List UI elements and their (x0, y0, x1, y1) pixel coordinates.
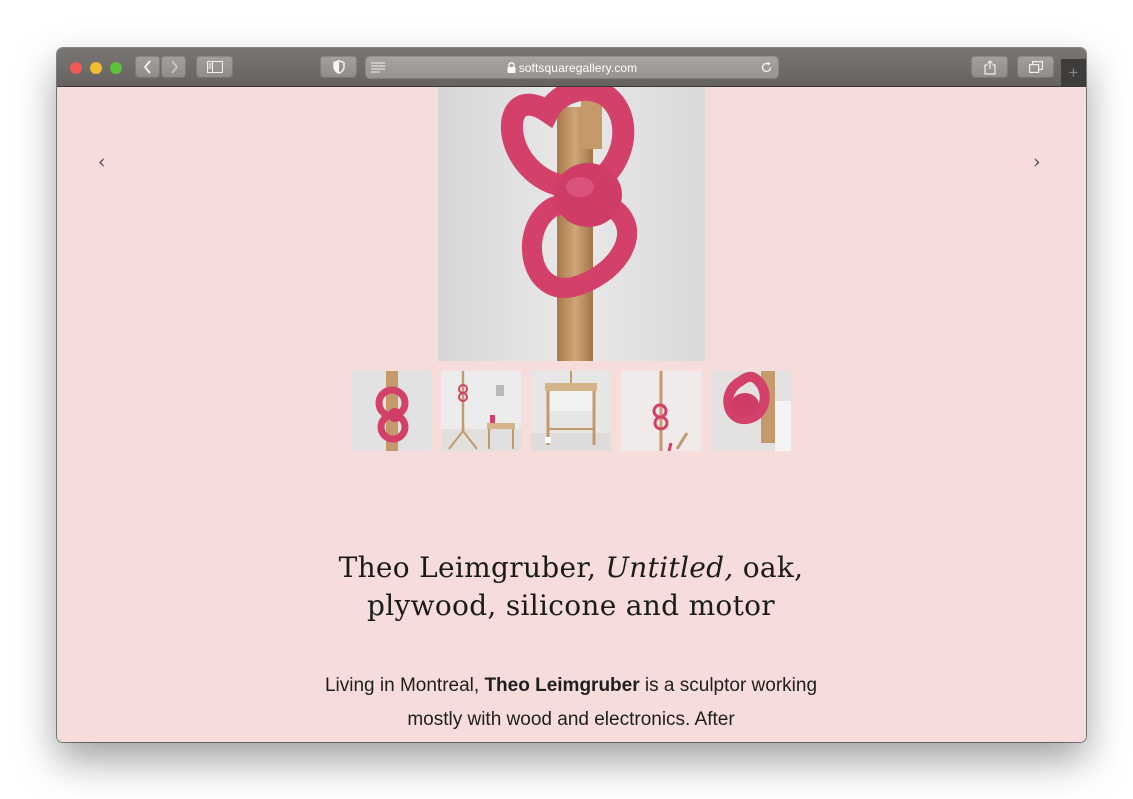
thumbnail-image (711, 371, 791, 451)
artist-name: Theo Leimgruber (338, 551, 587, 584)
share-button[interactable] (971, 56, 1008, 78)
chevron-left-icon (143, 60, 151, 74)
thumbnail-image (531, 371, 611, 451)
artist-description: Living in Montreal, Theo Leimgruber is a… (311, 669, 831, 737)
thumbnail-4[interactable] (621, 371, 701, 451)
description-intro: Living in Montreal, (324, 675, 485, 696)
close-window-button[interactable] (70, 62, 82, 74)
artwork-main-image (438, 87, 705, 361)
reload-icon[interactable] (760, 61, 773, 74)
privacy-report-button[interactable] (320, 56, 357, 78)
title-separator: , (586, 551, 606, 584)
address-bar[interactable]: softsquaregallery.com (365, 56, 779, 79)
gallery-next-arrow[interactable]: › (1033, 151, 1041, 173)
lock-icon (507, 62, 516, 73)
materials-line-1: oak, (733, 551, 804, 584)
gallery-prev-arrow[interactable]: ‹ (98, 151, 106, 173)
thumbnail-image (441, 371, 521, 451)
plus-icon: + (1068, 63, 1079, 82)
browser-toolbar: softsquaregallery.com + (57, 48, 1086, 87)
thumbnail-2[interactable] (441, 371, 521, 451)
url-display: softsquaregallery.com (365, 61, 779, 75)
url-text: softsquaregallery.com (518, 61, 638, 75)
sculpture-photo (438, 87, 705, 361)
tab-overview-button[interactable] (1017, 56, 1054, 78)
web-page: ‹ › Theo Leimgruber, Untitled, oak, plyw… (57, 87, 1086, 742)
thumbnail-3[interactable] (531, 371, 611, 451)
browser-window: softsquaregallery.com + ‹ › Theo Leimgru… (57, 48, 1086, 742)
sidebar-button[interactable] (196, 56, 233, 78)
description-artist-name: Theo Leimgruber (484, 675, 640, 696)
new-tab-button[interactable]: + (1061, 59, 1086, 86)
back-button[interactable] (135, 56, 160, 78)
thumbnail-image (351, 371, 431, 451)
share-icon (983, 59, 996, 75)
zoom-window-button[interactable] (110, 62, 122, 74)
forward-button[interactable] (161, 56, 186, 78)
chevron-right-icon (170, 60, 178, 74)
shield-icon (332, 60, 345, 74)
thumbnail-5[interactable] (711, 371, 791, 451)
sidebar-icon (206, 61, 223, 73)
thumbnail-image (621, 371, 701, 451)
materials-line-2: plywood, silicone and motor (367, 589, 775, 622)
minimize-window-button[interactable] (90, 62, 102, 74)
artwork-title: Theo Leimgruber, Untitled, oak, plywood,… (271, 549, 871, 625)
tabs-icon (1028, 61, 1043, 73)
thumbnail-1[interactable] (351, 371, 431, 451)
artwork-name: Untitled, (605, 551, 734, 584)
